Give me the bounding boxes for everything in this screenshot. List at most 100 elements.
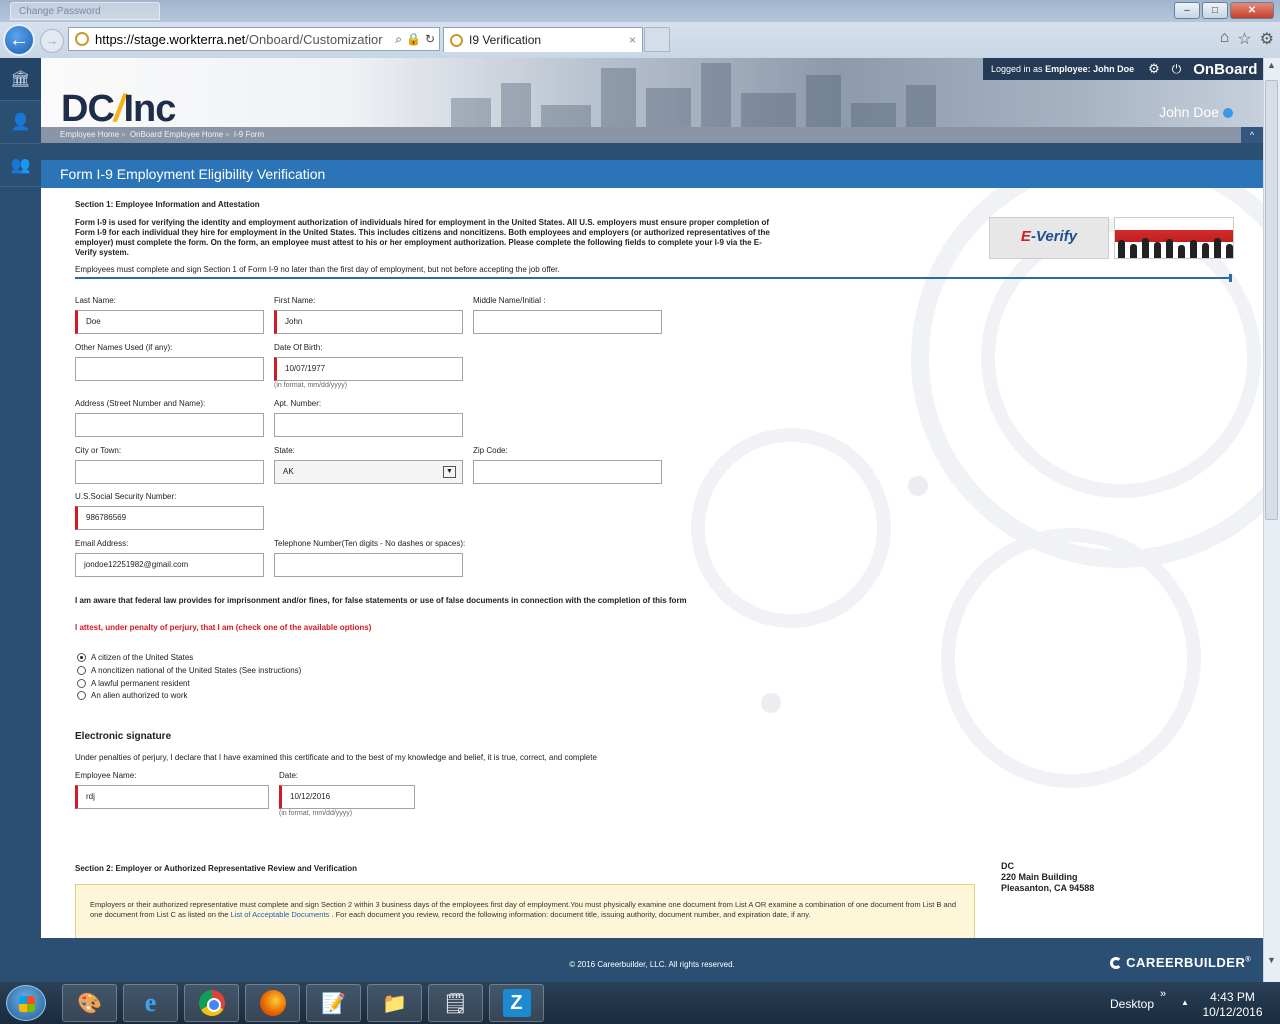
ssn-label: U.S.Social Security Number: — [75, 492, 177, 501]
gear-icon[interactable]: ⚙ — [1148, 61, 1160, 77]
signature-date-hint: (in format, mm/dd/yyyy) — [279, 810, 353, 817]
state-selected-value: AK — [283, 467, 294, 476]
file-explorer-icon[interactable]: 📁 — [367, 984, 422, 1022]
attestation-prompt: I attest, under penalty of perjury, that… — [75, 623, 372, 632]
forward-arrow-icon[interactable]: → — [40, 29, 64, 53]
tab-favicon-icon — [450, 33, 463, 47]
left-sidebar: 🏛 👤 👥 — [0, 58, 41, 938]
toolbar-chevron-icon[interactable]: » — [1160, 988, 1166, 1000]
paint-icon[interactable]: 🎨 — [62, 984, 117, 1022]
clock-time: 4:43 PM — [1210, 990, 1255, 1004]
decor-dot — [908, 476, 928, 496]
address-input[interactable] — [75, 413, 264, 437]
scroll-up-arrow-icon[interactable]: ▲ — [1264, 60, 1279, 78]
internet-explorer-icon[interactable]: e — [123, 984, 178, 1022]
settings-gear-icon[interactable]: ⚙ — [1260, 29, 1274, 49]
chevron-down-icon[interactable]: ▼ — [443, 466, 456, 478]
window-controls: – □ ✕ — [1174, 2, 1274, 19]
other-names-input[interactable] — [75, 357, 264, 381]
start-button[interactable] — [6, 985, 46, 1021]
first-name-input[interactable]: John — [274, 310, 463, 334]
active-tab[interactable]: I9 Verification × — [443, 27, 643, 52]
radio-citizen[interactable]: A citizen of the United States — [77, 653, 193, 662]
user-icon[interactable]: 👤 — [0, 101, 41, 144]
radio-button[interactable] — [77, 691, 86, 700]
chrome-icon[interactable] — [184, 984, 239, 1022]
last-name-label: Last Name: — [75, 296, 116, 305]
system-clock[interactable]: 4:43 PM 10/12/2016 — [1200, 990, 1265, 1020]
radio-button[interactable] — [77, 653, 86, 662]
dob-input[interactable]: 10/07/1977 — [274, 357, 463, 381]
home-icon[interactable]: ⌂ — [1220, 29, 1230, 49]
home-building-icon[interactable]: 🏛 — [0, 58, 41, 101]
browser-toolbar: Change Password – □ ✕ ← → https://stage.… — [0, 0, 1280, 58]
site-favicon-icon — [75, 32, 89, 46]
address-label: Address (Street Number and Name): — [75, 399, 206, 408]
radio-permanent-resident[interactable]: A lawful permanent resident — [77, 679, 190, 688]
acceptable-documents-link[interactable]: List of Acceptable Documents — [231, 910, 330, 919]
users-group-icon[interactable]: 👥 — [0, 144, 41, 187]
section1-intro: Form I-9 is used for verifying the ident… — [75, 218, 770, 257]
employer-address-line2: Pleasanton, CA 94588 — [1001, 883, 1095, 893]
scroll-down-arrow-icon[interactable]: ▼ — [1264, 955, 1279, 973]
page-title: Form I-9 Employment Eligibility Verifica… — [41, 160, 1263, 188]
signature-date-input[interactable]: 10/12/2016 — [279, 785, 415, 809]
city-label: City or Town: — [75, 446, 122, 455]
everify-logo: E-Verify — [989, 217, 1109, 259]
tray-expand-icon[interactable]: ▲ — [1181, 998, 1189, 1007]
email-input[interactable]: jondoe12251982@gmail.com — [75, 553, 264, 577]
breadcrumb-i9-form: I-9 Form — [233, 130, 265, 139]
zip-input[interactable] — [473, 460, 662, 484]
middle-name-label: Middle Name/Initial : — [473, 296, 546, 305]
z-app-icon[interactable]: Z — [489, 984, 544, 1022]
tab-title: I9 Verification — [469, 33, 542, 47]
email-label: Email Address: — [75, 539, 129, 548]
employee-name-input[interactable]: rdj — [75, 785, 269, 809]
breadcrumb-employee-home[interactable]: Employee Home — [60, 130, 119, 139]
background-tab[interactable]: Change Password — [10, 2, 160, 20]
notepad-icon[interactable]: 📝 — [306, 984, 361, 1022]
minimize-button[interactable]: – — [1174, 2, 1200, 19]
breadcrumb: Employee Home» OnBoard Employee Home» I-… — [41, 127, 1263, 143]
search-icon[interactable]: ⌕ — [395, 32, 402, 47]
back-arrow-icon[interactable]: ← — [3, 24, 35, 56]
refresh-icon[interactable]: ↻ — [425, 32, 435, 47]
last-name-input[interactable]: Doe — [75, 310, 264, 334]
user-status-icon — [1223, 108, 1233, 119]
scroll-thumb[interactable] — [1265, 80, 1278, 520]
new-tab-button[interactable] — [644, 27, 670, 52]
user-display-name[interactable]: John Doe — [1159, 104, 1233, 120]
lock-icon[interactable]: 🔒 — [406, 32, 421, 47]
maximize-button[interactable]: □ — [1202, 2, 1228, 19]
collapse-header-icon[interactable]: ^ — [1241, 127, 1263, 143]
phone-input[interactable] — [274, 553, 463, 577]
city-input[interactable] — [75, 460, 264, 484]
state-label: State: — [274, 446, 295, 455]
crowd-banner-image — [1114, 217, 1234, 259]
close-window-button[interactable]: ✕ — [1230, 2, 1274, 19]
breadcrumb-onboard-home[interactable]: OnBoard Employee Home — [130, 130, 223, 139]
esignature-declaration: Under penalties of perjury, I declare th… — [75, 753, 597, 762]
other-names-label: Other Names Used (if any): — [75, 343, 173, 352]
desktop-toolbar-label[interactable]: Desktop — [1110, 997, 1154, 1011]
radio-button[interactable] — [77, 679, 86, 688]
zip-label: Zip Code: — [473, 446, 508, 455]
sticky-notes-icon[interactable]: 🗒 — [428, 984, 483, 1022]
favorites-star-icon[interactable]: ☆ — [1237, 29, 1251, 49]
power-icon[interactable]: ⏻ — [1172, 62, 1182, 77]
federal-law-notice: I am aware that federal law provides for… — [75, 596, 687, 605]
company-logo[interactable]: DC/Inc — [61, 88, 176, 131]
middle-name-input[interactable] — [473, 310, 662, 334]
address-bar[interactable]: https://stage.workterra.net/Onboard/Cust… — [68, 27, 440, 51]
tab-close-icon[interactable]: × — [629, 33, 636, 47]
radio-alien-authorized[interactable]: An alien authorized to work — [77, 691, 188, 700]
section1-title: Section 1: Employee Information and Atte… — [75, 200, 260, 209]
radio-button[interactable] — [77, 666, 86, 675]
firefox-icon[interactable] — [245, 984, 300, 1022]
ssn-input[interactable]: 986786569 — [75, 506, 264, 530]
state-select[interactable]: AK ▼ — [274, 460, 463, 484]
url-text[interactable]: https://stage.workterra.net/Onboard/Cust… — [95, 32, 395, 47]
apt-input[interactable] — [274, 413, 463, 437]
clock-date: 10/12/2016 — [1202, 1005, 1263, 1019]
radio-noncitizen-national[interactable]: A noncitizen national of the United Stat… — [77, 666, 301, 675]
